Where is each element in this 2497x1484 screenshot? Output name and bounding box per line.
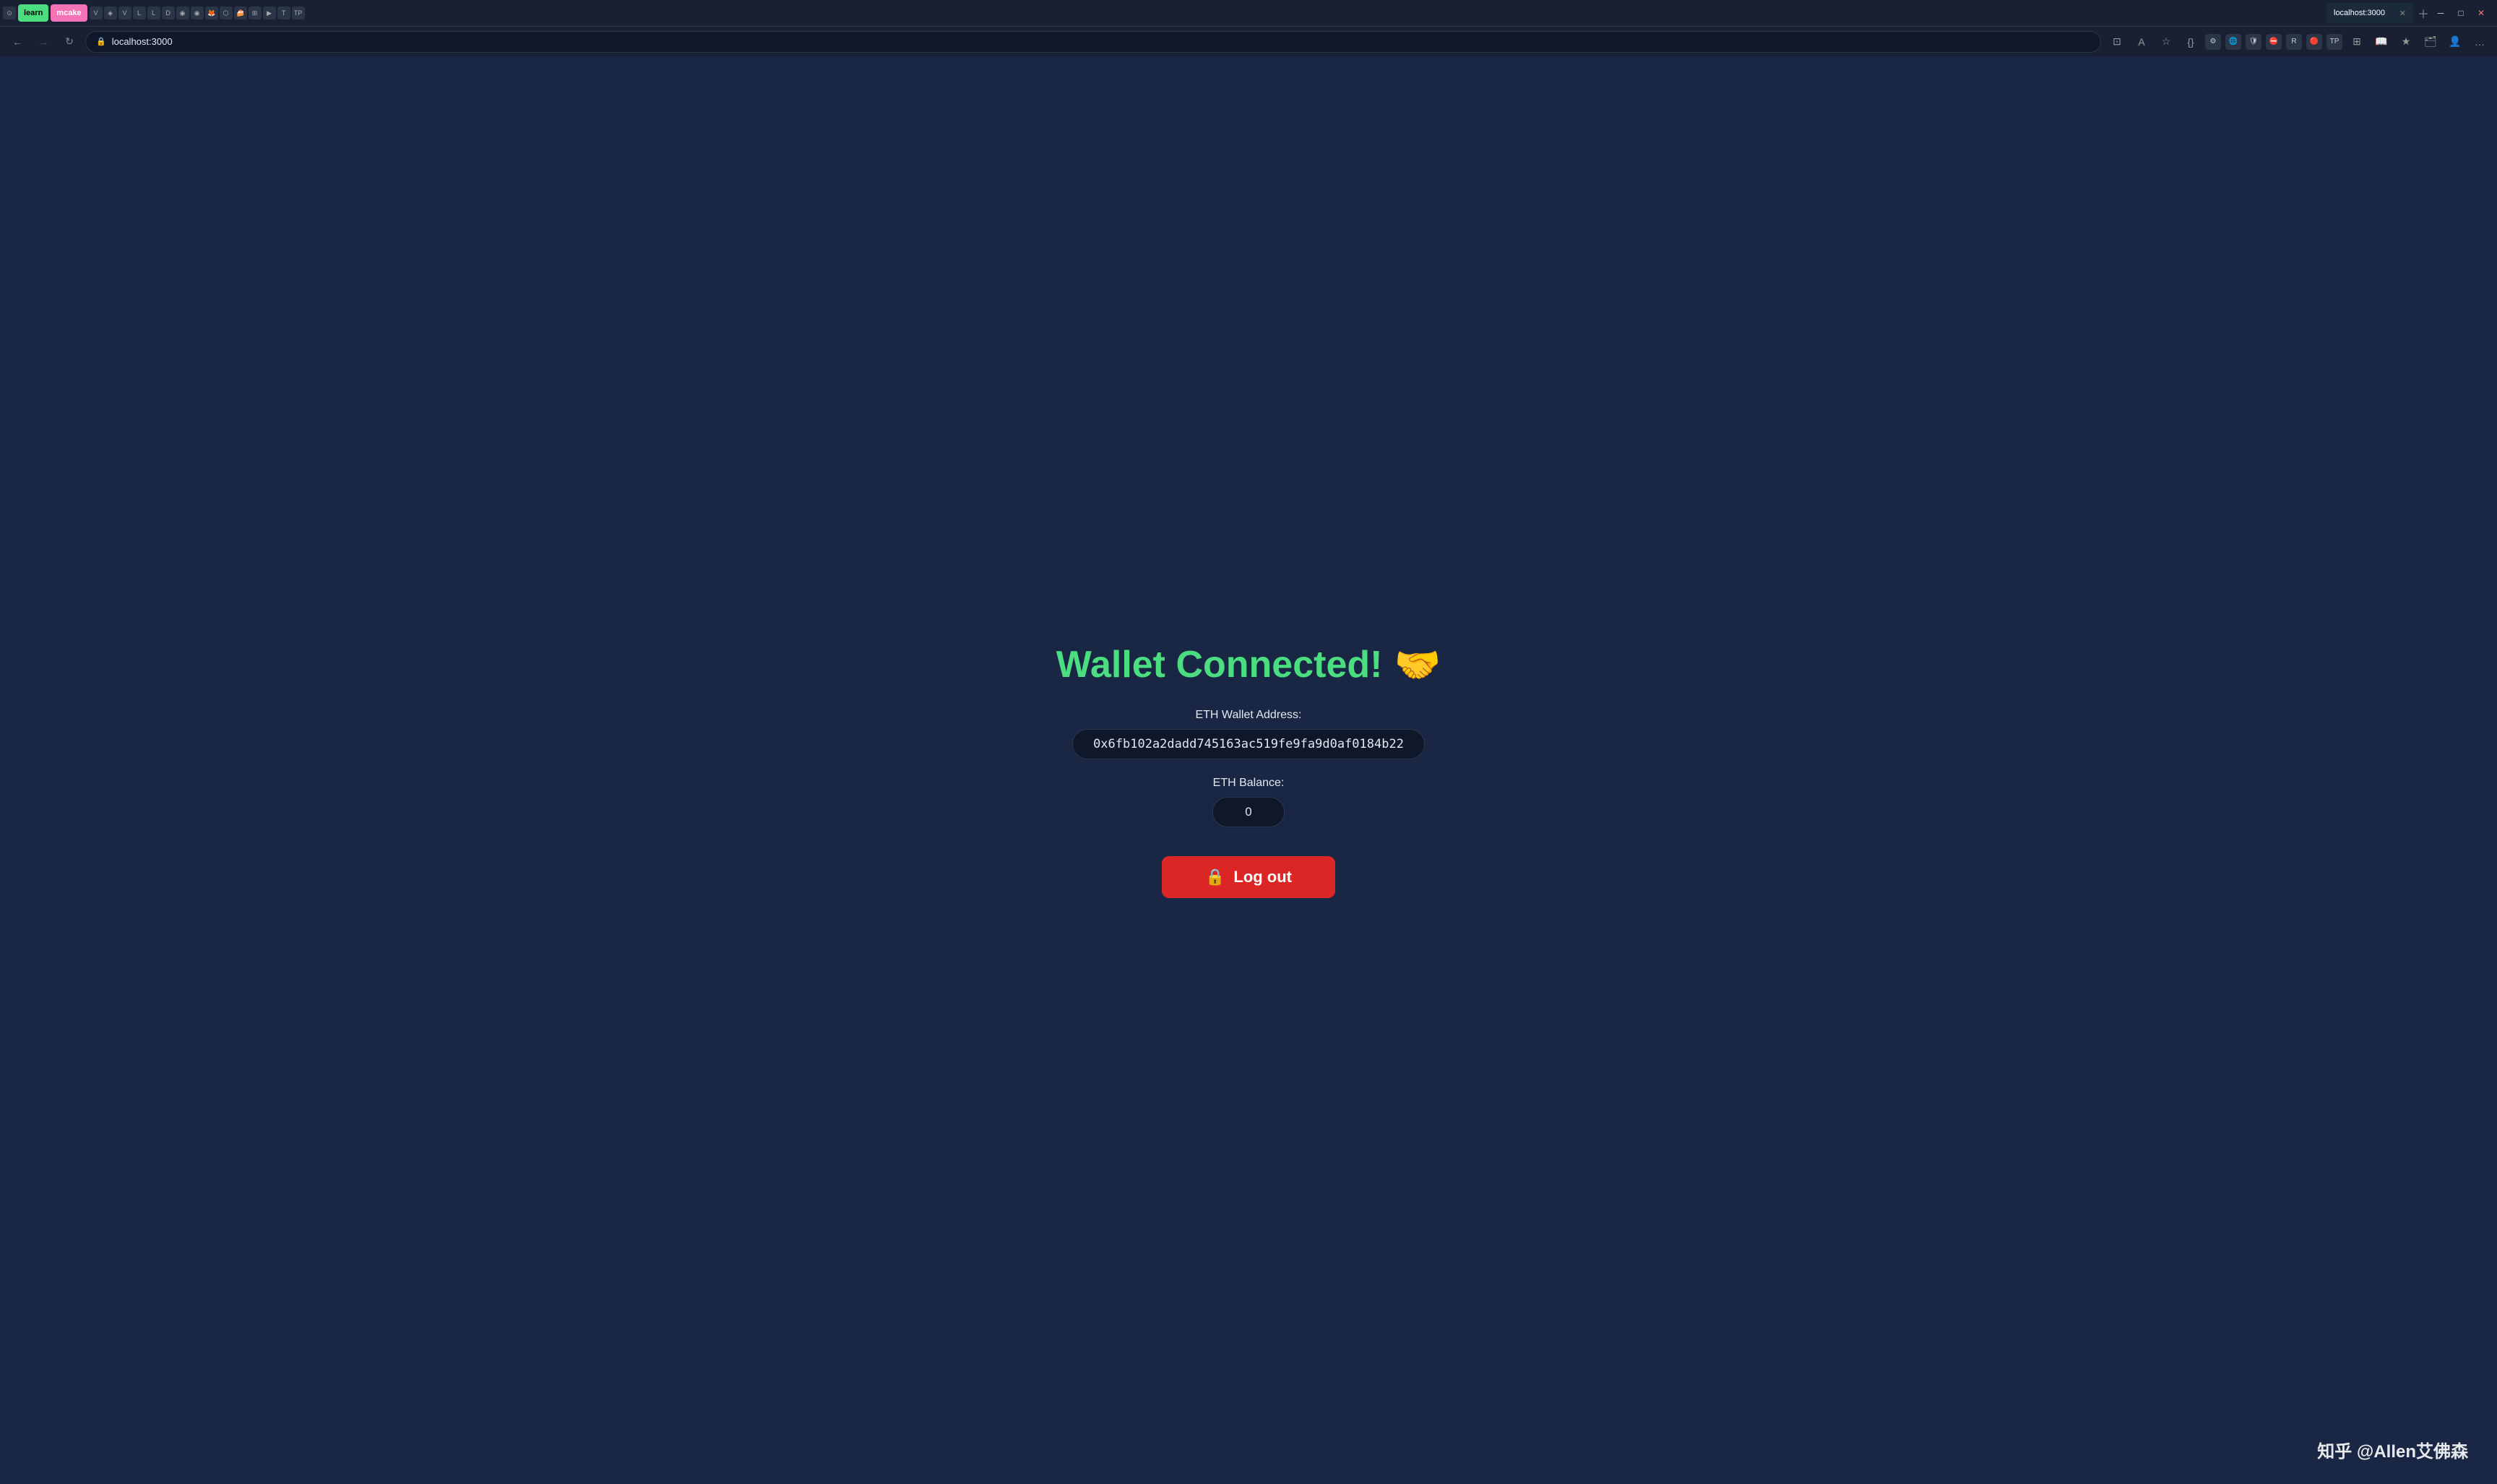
favorites-icon[interactable]: ★ [2396, 32, 2416, 52]
avatar-icon[interactable]: 👤 [2445, 32, 2465, 52]
active-tab[interactable]: localhost:3000 ✕ [2326, 3, 2413, 23]
ext-icon-7[interactable]: ◉ [176, 7, 189, 20]
tab-icons: V ◈ V L L D ◉ ◉ 🦊 ⬡ 🍰 ⊞ ▶ T TP [90, 7, 305, 20]
handshake-icon: 🤝 [1394, 643, 1441, 687]
tab-mcake[interactable]: mcake [51, 4, 87, 22]
bookmark-icon[interactable]: ☆ [2156, 32, 2176, 52]
url-display: localhost:3000 [112, 36, 173, 47]
tab-favicon-area: ⊙ learn mcake V ◈ V L L D ◉ ◉ 🦊 ⬡ 🍰 ⊞ ▶ … [3, 4, 2325, 22]
ext-btn-6[interactable]: 🔴 [2306, 34, 2322, 50]
browser-chrome: ⊙ learn mcake V ◈ V L L D ◉ ◉ 🦊 ⬡ 🍰 ⊞ ▶ … [0, 0, 2497, 56]
wallet-title: Wallet Connected! 🤝 [1056, 643, 1441, 687]
reload-button[interactable]: ↻ [59, 32, 79, 52]
ext-icon-10[interactable]: ⬡ [220, 7, 233, 20]
address-bar-row: ← → ↻ 🔒 localhost:3000 ⊡ A ☆ {} ⚙ 🌐 🛡 ⛔ … [0, 26, 2497, 56]
tab-learn[interactable]: learn [18, 4, 48, 22]
wallet-address: 0x6fb102a2dadd745163ac519fe9fa9d0af0184b… [1072, 729, 1425, 759]
ext-icon-11[interactable]: 🍰 [234, 7, 247, 20]
active-tab-label: localhost:3000 [2334, 9, 2385, 17]
code-icon[interactable]: {} [2181, 32, 2201, 52]
maximize-button[interactable]: □ [2454, 6, 2468, 20]
watermark: 知乎 @Allen艾佛森 [2317, 1437, 2468, 1462]
address-label: ETH Wallet Address: [1195, 709, 1301, 722]
wallet-title-text: Wallet Connected! [1056, 643, 1383, 686]
ext-icon-14[interactable]: T [277, 7, 290, 20]
ext-btn-1[interactable]: ⚙ [2205, 34, 2221, 50]
ext-icon-3[interactable]: V [118, 7, 131, 20]
window-controls: ─ □ ✕ [2433, 6, 2494, 20]
ext-icon-8[interactable]: ◉ [191, 7, 204, 20]
balance-label: ETH Balance: [1213, 777, 1285, 790]
eth-balance: 0 [1212, 797, 1285, 827]
tab-bar: ⊙ learn mcake V ◈ V L L D ◉ ◉ 🦊 ⬡ 🍰 ⊞ ▶ … [0, 0, 2497, 26]
sidebar-icon[interactable]: ⊞ [2347, 32, 2367, 52]
logout-label: Log out [1233, 868, 1292, 886]
ext-btn-4[interactable]: ⛔ [2266, 34, 2282, 50]
close-button[interactable]: ✕ [2474, 6, 2488, 20]
address-bar[interactable]: 🔒 localhost:3000 [85, 31, 2101, 53]
ext-icon-12[interactable]: ⊞ [249, 7, 262, 20]
page-content: Wallet Connected! 🤝 ETH Wallet Address: … [0, 56, 2497, 1484]
logout-lock-icon: 🔒 [1205, 868, 1225, 886]
reading-icon[interactable]: 📖 [2371, 32, 2392, 52]
back-button[interactable]: ← [7, 32, 27, 52]
forward-button[interactable]: → [33, 32, 53, 52]
minimize-button[interactable]: ─ [2433, 6, 2448, 20]
ext-icon-9[interactable]: 🦊 [205, 7, 218, 20]
ext-btn-2[interactable]: 🌐 [2225, 34, 2241, 50]
font-icon[interactable]: A [2131, 32, 2152, 52]
ext-icon-6[interactable]: D [162, 7, 175, 20]
cast-icon[interactable]: ⊡ [2107, 32, 2127, 52]
logout-button[interactable]: 🔒 Log out [1162, 856, 1335, 898]
tab-close-icon[interactable]: ✕ [2399, 9, 2406, 18]
ext-icon-4[interactable]: L [133, 7, 146, 20]
ext-btn-5[interactable]: R [2286, 34, 2302, 50]
profile-icon[interactable]: ⊙ [3, 7, 16, 20]
ext-btn-7[interactable]: TP [2326, 34, 2342, 50]
toolbar-right: ⊡ A ☆ {} ⚙ 🌐 🛡 ⛔ R 🔴 TP ⊞ 📖 ★ 🗂 👤 … [2107, 32, 2490, 52]
lock-icon: 🔒 [96, 37, 106, 46]
ext-icon-15[interactable]: TP [292, 7, 305, 20]
ext-btn-3[interactable]: 🛡 [2246, 34, 2261, 50]
more-button[interactable]: … [2470, 32, 2490, 52]
ext-icon-2[interactable]: ◈ [104, 7, 117, 20]
ext-icon-13[interactable]: ▶ [263, 7, 276, 20]
new-tab-button[interactable]: ＋ [2415, 4, 2432, 22]
ext-icon-5[interactable]: L [147, 7, 160, 20]
collections-icon[interactable]: 🗂 [2420, 32, 2441, 52]
ext-icon-1[interactable]: V [90, 7, 103, 20]
